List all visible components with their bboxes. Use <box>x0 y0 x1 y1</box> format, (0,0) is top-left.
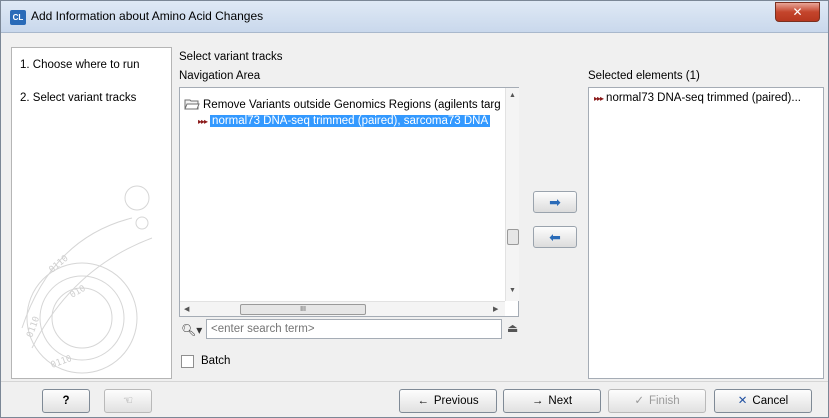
search-options-icon[interactable]: ⏏ <box>507 321 518 335</box>
title-bar: CL Add Information about Amino Acid Chan… <box>1 1 828 33</box>
list-item[interactable]: ▸▸▸ normal73 DNA-seq trimmed (paired)... <box>594 92 801 104</box>
scroll-right-arrow-icon[interactable]: ▶ <box>493 305 498 313</box>
tree-variant-track-row[interactable]: ▸▸▸ normal73 DNA-seq trimmed (paired), sa… <box>198 115 491 127</box>
arrow-right-icon: ➡ <box>549 194 561 210</box>
scroll-up-arrow-icon[interactable]: ▲ <box>509 92 516 99</box>
scroll-left-arrow-icon[interactable]: ◀ <box>184 305 189 313</box>
help-button[interactable]: ? <box>42 389 90 413</box>
step-choose-where-to-run: 1. Choose where to run <box>20 59 140 71</box>
navigation-area-label: Navigation Area <box>179 70 261 82</box>
close-button[interactable]: ✕ <box>775 2 820 22</box>
search-icon[interactable]: 🔍︎▾ <box>181 323 202 337</box>
variant-track-icon: ▸▸▸ <box>594 94 604 103</box>
selected-element-label: normal73 DNA-seq trimmed (paired)... <box>606 92 801 104</box>
reset-hand-icon: ☜ <box>122 395 134 407</box>
selected-elements-list[interactable]: ▸▸▸ normal73 DNA-seq trimmed (paired)... <box>588 87 824 379</box>
batch-label: Batch <box>201 355 231 367</box>
folder-open-icon <box>184 99 200 110</box>
arrow-left-icon: ⬅ <box>549 229 561 245</box>
navigation-tree[interactable]: Remove Variants outside Genomics Regions… <box>179 87 519 317</box>
folder-label: Remove Variants outside Genomics Regions… <box>203 99 501 111</box>
svg-text:0110: 0110 <box>48 254 71 276</box>
section-title: Select variant tracks <box>179 51 283 63</box>
next-label: Next <box>548 395 573 407</box>
horizontal-scrollbar[interactable]: ◀ III ▶ <box>180 301 505 316</box>
add-to-selected-button[interactable]: ➡ <box>533 191 577 213</box>
horizontal-scroll-thumb[interactable]: III <box>240 304 366 315</box>
cancel-button[interactable]: ✕ Cancel <box>714 389 812 413</box>
cancel-label: Cancel <box>752 395 789 407</box>
search-input[interactable] <box>206 319 502 339</box>
step-select-variant-tracks: 2. Select variant tracks <box>20 92 137 104</box>
close-icon: ✕ <box>737 395 748 407</box>
window-title: Add Information about Amino Acid Changes <box>31 9 264 23</box>
tree-folder-row[interactable]: Remove Variants outside Genomics Regions… <box>184 98 501 111</box>
svg-text:0110: 0110 <box>25 315 42 339</box>
finish-label: Finish <box>648 395 680 407</box>
svg-text:0110: 0110 <box>50 354 74 371</box>
variant-track-icon: ▸▸▸ <box>198 117 208 126</box>
vertical-scroll-thumb[interactable] <box>507 229 519 245</box>
footer-divider <box>1 381 828 382</box>
previous-button[interactable]: ← Previous <box>399 389 497 413</box>
arrow-right-icon: → <box>531 395 544 407</box>
finish-button[interactable]: ✓ Finish <box>608 389 706 413</box>
app-logo-icon: CL <box>10 10 26 25</box>
arrow-left-icon: ← <box>417 395 429 407</box>
dialog-window: CL Add Information about Amino Acid Chan… <box>0 0 829 418</box>
checkmark-icon: ✓ <box>634 395 644 407</box>
decorative-binary-swirl: 0110 010 0110 0110 <box>21 185 153 374</box>
selected-track-label: normal73 DNA-seq trimmed (paired), sarco… <box>210 115 491 127</box>
reset-button[interactable]: ☜ <box>104 389 152 413</box>
remove-from-selected-button[interactable]: ⬅ <box>533 226 577 248</box>
steps-panel: 1. Choose where to run 2. Select variant… <box>11 47 172 379</box>
selected-elements-header: Selected elements (1) <box>588 70 700 82</box>
next-button[interactable]: → Next <box>503 389 601 413</box>
previous-label: Previous <box>433 395 479 407</box>
scroll-down-arrow-icon[interactable]: ▼ <box>509 287 516 294</box>
vertical-scrollbar[interactable]: ▲ ▼ <box>505 88 519 301</box>
batch-checkbox[interactable] <box>181 355 194 368</box>
svg-text:010: 010 <box>69 284 88 301</box>
